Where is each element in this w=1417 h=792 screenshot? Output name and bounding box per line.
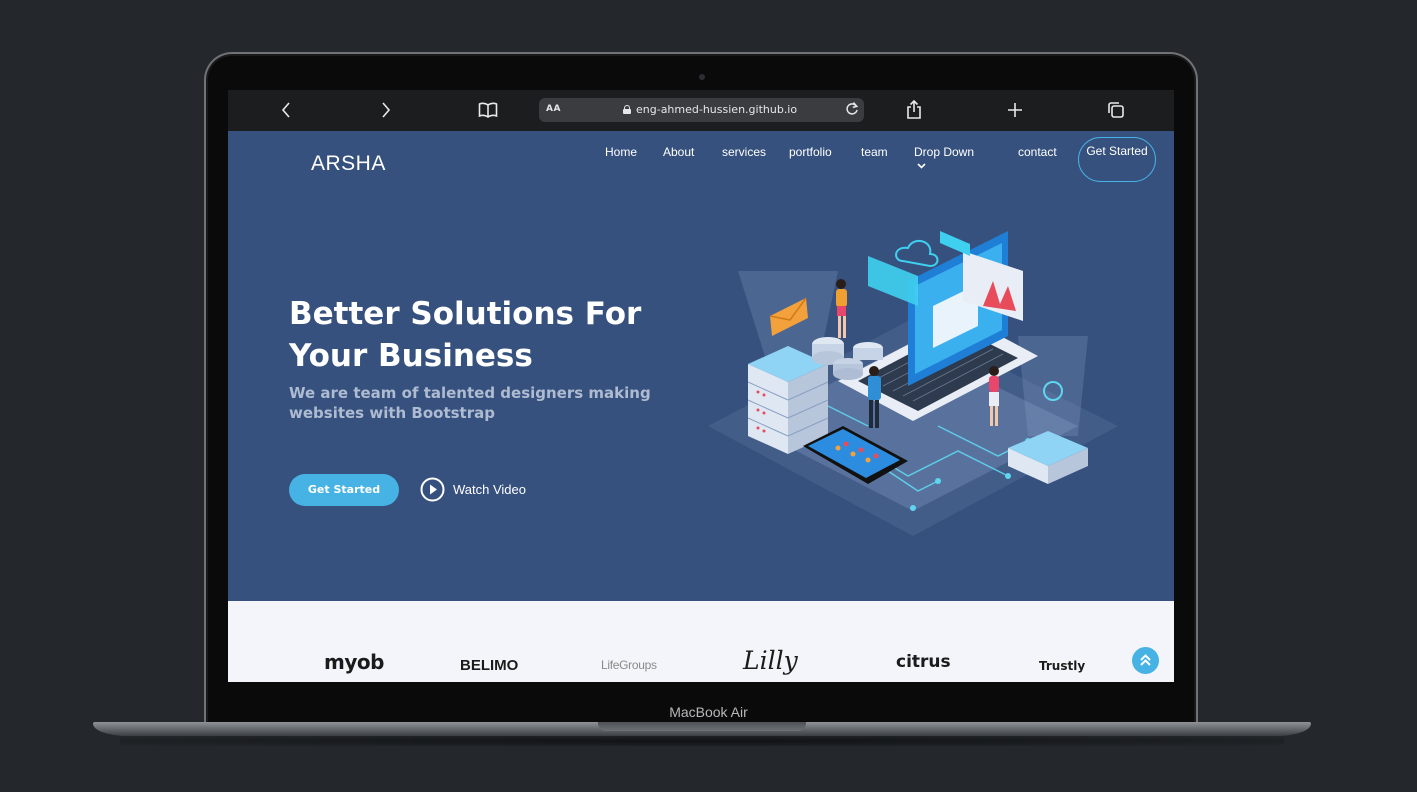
laptop-notch [598, 722, 806, 731]
back-to-top-button[interactable] [1132, 647, 1159, 674]
book-icon[interactable] [476, 98, 500, 122]
nav-services[interactable]: services [722, 145, 766, 159]
chevron-right-icon[interactable] [374, 98, 398, 122]
watch-video-link[interactable]: Watch Video [420, 477, 526, 502]
device-label: MacBook Air [669, 704, 748, 720]
double-chevron-up-icon [1140, 654, 1151, 666]
watch-video-label: Watch Video [453, 482, 526, 497]
client-logo: myob [324, 650, 384, 674]
clients-section: myob BELIMO LifeGroups Lilly citrus Trus… [228, 601, 1174, 682]
url-text: eng-ahmed-hussien.github.io [636, 103, 798, 116]
nav-about[interactable]: About [663, 145, 694, 159]
browser-screen: AA eng-ahmed-hussien.github.io ARSHA Hom… [228, 90, 1174, 682]
nav-portfolio[interactable]: portfolio [789, 145, 832, 159]
site-logo[interactable]: ARSHA [311, 152, 386, 176]
nav-get-started-button[interactable]: Get Started [1078, 137, 1156, 182]
address-bar[interactable]: AA eng-ahmed-hussien.github.io [539, 98, 864, 122]
client-logo: BELIMO [460, 657, 519, 674]
browser-toolbar: AA eng-ahmed-hussien.github.io [228, 90, 1174, 131]
nav-team[interactable]: team [861, 145, 888, 159]
client-logo: citrus [896, 652, 951, 672]
hero-illustration [708, 231, 1118, 536]
share-icon[interactable] [902, 98, 926, 122]
camera-dot [699, 74, 705, 80]
chevron-down-icon [917, 163, 926, 169]
text-size-button[interactable]: AA [546, 104, 561, 114]
laptop-shadow [120, 736, 1284, 746]
lock-icon [623, 105, 631, 114]
nav-dropdown-label: Drop Down [914, 145, 975, 159]
hero-section: ARSHA Home About services portfolio team… [228, 131, 1174, 601]
url-display: eng-ahmed-hussien.github.io [623, 103, 797, 116]
nav-contact[interactable]: contact [1018, 145, 1057, 159]
reload-icon[interactable] [844, 101, 860, 120]
tabs-icon[interactable] [1104, 98, 1128, 122]
play-circle-icon [420, 477, 445, 502]
chevron-left-icon[interactable] [274, 98, 298, 122]
hero-subtitle: We are team of talented designers making… [289, 384, 651, 422]
client-logo: Lilly [743, 646, 798, 675]
nav-dropdown[interactable]: Drop Down [914, 145, 974, 169]
client-logo: Trustly [1039, 659, 1086, 673]
client-logo: LifeGroups [601, 658, 657, 672]
get-started-button[interactable]: Get Started [289, 474, 399, 506]
hero-title: Better Solutions For Your Business [289, 296, 642, 374]
nav-home[interactable]: Home [605, 145, 637, 159]
plus-icon[interactable] [1003, 98, 1027, 122]
